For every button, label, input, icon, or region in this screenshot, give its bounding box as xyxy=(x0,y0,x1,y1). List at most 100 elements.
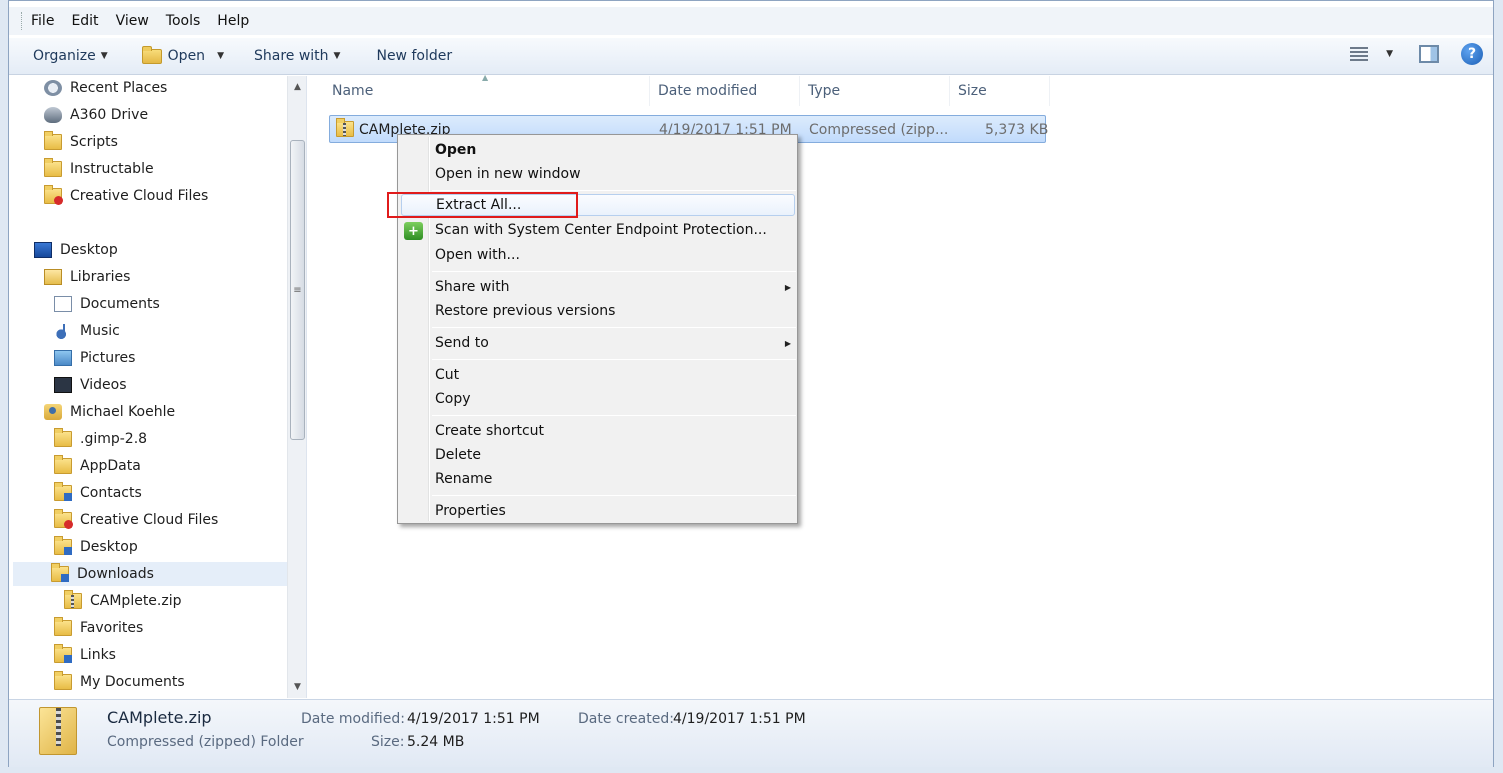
menu-file[interactable]: File xyxy=(31,13,54,29)
nav-user-folder[interactable]: Michael Koehle xyxy=(44,400,175,424)
open-button[interactable]: Open ▼ xyxy=(136,42,230,70)
nav-label: Desktop xyxy=(60,242,118,258)
ctx-label: Properties xyxy=(435,503,506,519)
ctx-label: Open xyxy=(435,142,477,158)
column-size-label: Size xyxy=(958,83,987,99)
menu-edit[interactable]: Edit xyxy=(71,13,98,29)
column-name[interactable]: Name ▲ xyxy=(308,73,650,106)
menu-help[interactable]: Help xyxy=(217,13,249,29)
organize-label: Organize xyxy=(33,48,96,64)
endpoint-protection-shield-icon: + xyxy=(404,222,423,240)
organize-button[interactable]: Organize ▼ xyxy=(27,42,114,70)
nav-label: Downloads xyxy=(77,566,154,582)
chevron-down-icon[interactable]: ▼ xyxy=(1386,49,1393,59)
nav-libraries[interactable]: Libraries xyxy=(44,265,130,289)
details-date-modified-label: Date modified: xyxy=(301,711,405,727)
view-options-icon[interactable] xyxy=(1350,47,1369,61)
nav-recent-places[interactable]: Recent Places xyxy=(44,76,167,100)
new-folder-button[interactable]: New folder xyxy=(370,42,458,70)
nav-creative-cloud[interactable]: Creative Cloud Files xyxy=(54,508,218,532)
nav-scripts[interactable]: Scripts xyxy=(44,130,118,154)
nav-contacts[interactable]: Contacts xyxy=(54,481,142,505)
menu-view[interactable]: View xyxy=(116,13,149,29)
ctx-label: Share with xyxy=(435,279,510,295)
command-bar: Organize ▼ Open ▼ Share with ▼ New folde… xyxy=(9,37,1493,75)
nav-downloads[interactable]: Downloads xyxy=(13,562,287,586)
ctx-label: Delete xyxy=(435,447,481,463)
chevron-down-icon: ▼ xyxy=(217,51,224,61)
ctx-properties[interactable]: Properties xyxy=(435,500,506,522)
recent-places-icon xyxy=(44,80,62,96)
ctx-copy[interactable]: Copy xyxy=(435,388,471,410)
folder-icon xyxy=(141,45,162,64)
zip-folder-icon xyxy=(64,590,82,609)
details-size-label: Size: xyxy=(371,734,405,750)
file-size: 5,373 KB xyxy=(985,122,1049,138)
ctx-open-new-window[interactable]: Open in new window xyxy=(435,163,581,185)
ctx-separator xyxy=(432,359,796,360)
ctx-rename[interactable]: Rename xyxy=(435,468,492,490)
nav-desktop[interactable]: Desktop xyxy=(34,238,118,262)
favorites-folder-icon xyxy=(54,617,72,636)
nav-music[interactable]: Music xyxy=(54,319,120,343)
nav-favorites[interactable]: Favorites xyxy=(54,616,143,640)
ctx-scan[interactable]: Scan with System Center Endpoint Protect… xyxy=(435,219,767,241)
ctx-delete[interactable]: Delete xyxy=(435,444,481,466)
details-date-created-label: Date created: xyxy=(578,711,674,727)
nav-documents[interactable]: Documents xyxy=(54,292,160,316)
nav-label: Instructable xyxy=(70,161,154,177)
ctx-open[interactable]: Open xyxy=(435,139,476,161)
nav-scrollbar[interactable]: ▲ ≡ ▼ xyxy=(287,76,306,698)
nav-creative-cloud-top[interactable]: Creative Cloud Files xyxy=(44,184,208,208)
documents-icon xyxy=(54,296,72,312)
ctx-label: Rename xyxy=(435,471,493,487)
share-with-button[interactable]: Share with ▼ xyxy=(248,42,346,70)
ctx-separator xyxy=(432,190,796,191)
ctx-label: Cut xyxy=(435,367,460,383)
ctx-label: Send to xyxy=(435,335,489,351)
ctx-separator xyxy=(432,415,796,416)
nav-pictures[interactable]: Pictures xyxy=(54,346,135,370)
scroll-down-arrow-icon[interactable]: ▼ xyxy=(288,678,307,696)
nav-label: Libraries xyxy=(70,269,131,285)
nav-camplete-zip[interactable]: CAMplete.zip xyxy=(64,589,182,613)
user-folder-icon xyxy=(44,404,62,420)
folder-icon xyxy=(44,158,62,177)
column-date-modified[interactable]: Date modified xyxy=(650,76,800,106)
nav-links[interactable]: Links xyxy=(54,643,116,667)
ctx-create-shortcut[interactable]: Create shortcut xyxy=(435,420,544,442)
scroll-up-arrow-icon[interactable]: ▲ xyxy=(288,78,307,96)
ctx-open-with[interactable]: Open with... xyxy=(435,244,520,266)
nav-label: .gimp-2.8 xyxy=(80,431,148,447)
chevron-down-icon: ▼ xyxy=(100,51,108,61)
libraries-icon xyxy=(44,269,62,285)
ctx-restore-previous-versions[interactable]: Restore previous versions xyxy=(435,300,615,322)
nav-gimp[interactable]: .gimp-2.8 xyxy=(54,427,147,451)
nav-user-desktop[interactable]: Desktop xyxy=(54,535,138,559)
zip-folder-large-icon xyxy=(39,707,77,755)
nav-videos[interactable]: Videos xyxy=(54,373,127,397)
ctx-share-with[interactable]: Share with ▶ xyxy=(435,276,791,298)
scrollbar-thumb[interactable]: ≡ xyxy=(290,140,305,440)
nav-label: Contacts xyxy=(80,485,142,501)
nav-instructable[interactable]: Instructable xyxy=(44,157,154,181)
menu-tools[interactable]: Tools xyxy=(166,13,201,29)
nav-label: Desktop xyxy=(80,539,138,555)
column-type[interactable]: Type xyxy=(800,76,950,106)
nav-label: Music xyxy=(80,323,120,339)
ctx-separator xyxy=(432,327,796,328)
nav-a360-drive[interactable]: A360 Drive xyxy=(44,103,148,127)
ctx-send-to[interactable]: Send to ▶ xyxy=(435,332,791,354)
column-size[interactable]: Size xyxy=(950,76,1050,106)
details-size: 5.24 MB xyxy=(407,734,465,750)
creative-cloud-folder-icon xyxy=(44,185,63,205)
desktop-icon xyxy=(34,242,52,258)
folder-icon xyxy=(54,428,72,447)
nav-label: Creative Cloud Files xyxy=(80,512,219,528)
preview-pane-icon[interactable] xyxy=(1419,45,1439,63)
nav-appdata[interactable]: AppData xyxy=(54,454,141,478)
zip-folder-icon xyxy=(336,118,354,137)
nav-my-documents[interactable]: My Documents xyxy=(54,670,185,694)
ctx-cut[interactable]: Cut xyxy=(435,364,459,386)
help-icon[interactable]: ? xyxy=(1461,43,1483,65)
